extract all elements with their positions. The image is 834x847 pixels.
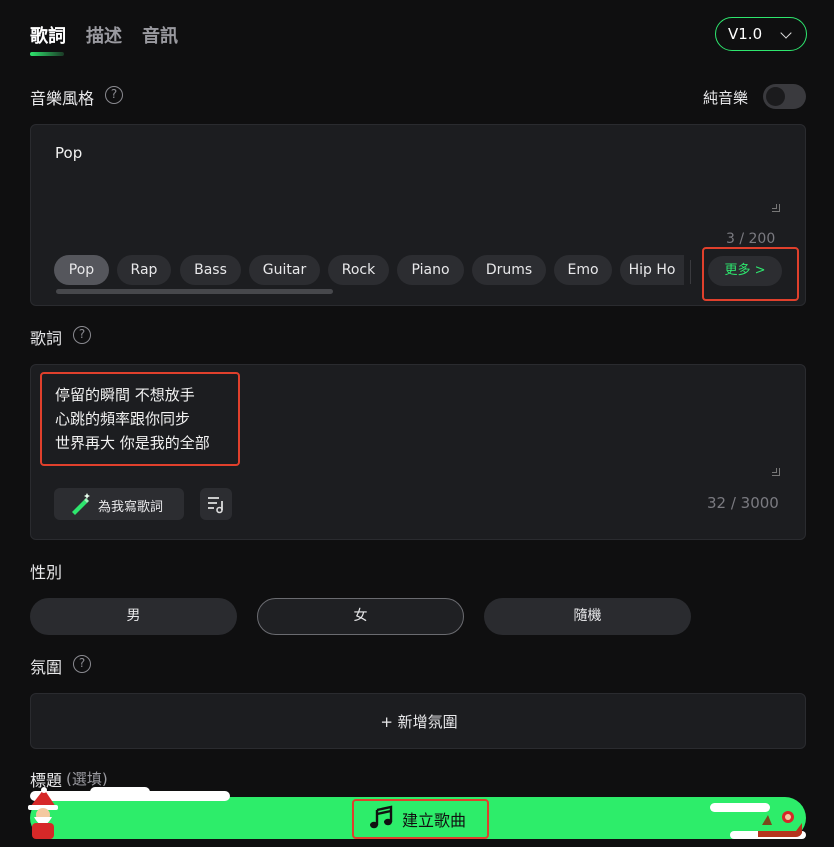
style-input[interactable]: Pop xyxy=(55,144,82,162)
chip-emo[interactable]: Emo xyxy=(554,255,612,285)
chip-guitar[interactable]: Guitar xyxy=(249,255,320,285)
lyrics-counter: 32 / 3000 xyxy=(707,494,779,512)
chip-hiphop[interactable]: Hip Ho xyxy=(620,255,684,285)
gender-random[interactable]: 隨機 xyxy=(484,598,691,635)
chip-piano[interactable]: Piano xyxy=(397,255,464,285)
sleigh-icon xyxy=(758,811,802,837)
gender-label: 性別 xyxy=(30,563,63,582)
chip-bass[interactable]: Bass xyxy=(180,255,241,285)
lyrics-structure-button[interactable] xyxy=(200,488,232,520)
chip-rock[interactable]: Rock xyxy=(328,255,389,285)
chip-rap[interactable]: Rap xyxy=(117,255,171,285)
add-mood-button[interactable]: + 新增氛圍 xyxy=(30,693,806,749)
style-counter: 3 / 200 xyxy=(726,231,776,247)
resize-handle[interactable] xyxy=(772,204,780,212)
title-optional-hint: (選填) xyxy=(66,770,108,788)
mood-label: 氛圍 xyxy=(30,658,63,677)
gender-male[interactable]: 男 xyxy=(30,598,237,635)
chips-scrollbar[interactable] xyxy=(56,289,333,294)
tab-audio[interactable]: 音訊 xyxy=(142,22,178,48)
chips-divider xyxy=(690,260,691,284)
chevron-down-icon xyxy=(780,27,792,39)
magic-pen-icon xyxy=(72,493,90,515)
highlight-box-lyrics xyxy=(40,372,240,466)
write-lyrics-label: 為我寫歌詞 xyxy=(98,500,164,515)
santa-icon xyxy=(28,787,58,839)
highlight-box-more xyxy=(702,247,799,301)
active-tab-underline xyxy=(30,52,64,56)
help-icon[interactable]: ? xyxy=(73,326,91,344)
write-lyrics-button[interactable]: 為我寫歌詞 xyxy=(54,488,184,520)
gender-female[interactable]: 女 xyxy=(257,598,464,635)
style-label: 音樂風格 xyxy=(30,89,95,108)
tab-lyrics[interactable]: 歌詞 xyxy=(30,22,66,48)
toggle-knob xyxy=(766,87,785,106)
help-icon[interactable]: ? xyxy=(73,655,91,673)
version-value: V1.0 xyxy=(728,25,763,43)
help-icon[interactable]: ? xyxy=(105,86,123,104)
snow-decoration xyxy=(90,787,150,797)
resize-handle[interactable] xyxy=(772,468,780,476)
instrumental-toggle[interactable] xyxy=(763,84,806,109)
version-select[interactable]: V1.0 xyxy=(715,17,807,51)
music-list-icon xyxy=(208,497,223,514)
chip-pop[interactable]: Pop xyxy=(54,255,109,285)
instrumental-label: 純音樂 xyxy=(703,89,749,107)
add-mood-label: + 新增氛圍 xyxy=(380,713,458,731)
chip-drums[interactable]: Drums xyxy=(472,255,546,285)
lyrics-label: 歌詞 xyxy=(30,329,63,348)
highlight-box-create xyxy=(352,799,489,839)
tab-description[interactable]: 描述 xyxy=(86,22,122,48)
